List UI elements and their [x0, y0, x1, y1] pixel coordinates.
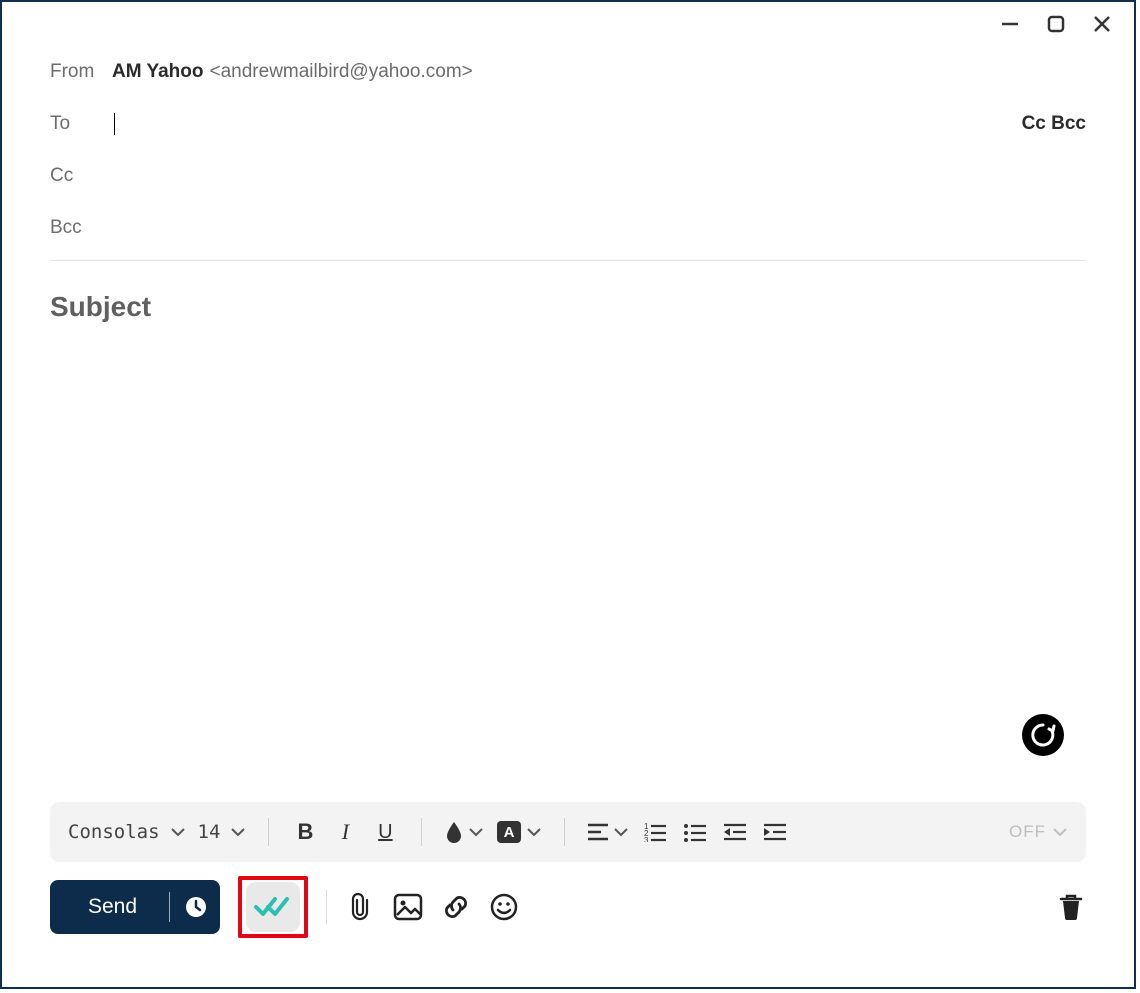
insert-image-button[interactable]: [393, 892, 423, 922]
compose-window: From AM Yahoo <andrewmailbird@yahoo.com>…: [0, 0, 1136, 989]
formatting-off-toggle[interactable]: OFF: [1009, 822, 1068, 842]
action-bar: Send: [50, 876, 1086, 938]
cc-label: Cc: [50, 165, 112, 187]
to-label: To: [50, 113, 112, 135]
underline-button[interactable]: U: [371, 818, 399, 846]
link-icon: [441, 892, 471, 922]
emoji-icon: [489, 892, 519, 922]
outdent-button[interactable]: [721, 818, 749, 846]
cc-bcc-toggle[interactable]: Cc Bcc: [1022, 113, 1086, 135]
compose-header: From AM Yahoo <andrewmailbird@yahoo.com>…: [2, 46, 1134, 762]
font-family-label: Consolas: [68, 821, 160, 843]
send-button[interactable]: Send: [50, 880, 167, 934]
chevron-down-icon: [1052, 824, 1068, 840]
subject-input[interactable]: [50, 291, 1086, 323]
font-size-selector[interactable]: 14: [198, 821, 247, 843]
svg-text:3: 3: [644, 836, 649, 842]
from-label: From: [50, 61, 112, 83]
svg-text:A: A: [504, 824, 515, 841]
paperclip-icon: [347, 892, 373, 922]
italic-button[interactable]: I: [331, 818, 359, 846]
bcc-label: Bcc: [50, 217, 112, 239]
minimize-button[interactable]: [1000, 14, 1020, 34]
separator: [326, 890, 327, 924]
email-tracking-button[interactable]: [246, 882, 300, 932]
insert-link-button[interactable]: [441, 892, 471, 922]
highlight-color-button[interactable]: A: [496, 818, 542, 846]
bcc-input[interactable]: [112, 214, 1086, 242]
formatting-toolbar: Consolas 14 B I U A 1 2 3: [50, 802, 1086, 862]
attach-file-button[interactable]: [345, 892, 375, 922]
send-group: Send: [50, 880, 220, 934]
image-icon: [393, 893, 423, 921]
chevron-down-icon: [526, 824, 542, 840]
insert-emoji-button[interactable]: [489, 892, 519, 922]
send-label: Send: [88, 895, 137, 919]
font-family-selector[interactable]: Consolas: [68, 821, 186, 843]
message-body[interactable]: [50, 333, 1090, 757]
cc-input[interactable]: [112, 162, 1086, 190]
to-input[interactable]: [115, 110, 1022, 138]
separator: [564, 818, 565, 846]
titlebar: [2, 2, 1134, 46]
font-size-label: 14: [198, 821, 221, 843]
align-button[interactable]: [587, 818, 629, 846]
close-button[interactable]: [1092, 14, 1112, 34]
grammarly-icon[interactable]: [1022, 714, 1064, 756]
header-divider: [50, 260, 1086, 261]
discard-button[interactable]: [1056, 892, 1086, 922]
schedule-send-button[interactable]: [172, 880, 220, 934]
chevron-down-icon: [613, 824, 629, 840]
from-account-address: <andrewmailbird@yahoo.com>: [210, 61, 473, 83]
to-row: To Cc Bcc: [50, 98, 1086, 150]
cc-row: Cc: [50, 150, 1086, 202]
bcc-row: Bcc: [50, 202, 1086, 254]
tracking-highlight: [238, 876, 308, 938]
chevron-down-icon: [230, 824, 246, 840]
bullet-list-button[interactable]: [681, 818, 709, 846]
text-color-button[interactable]: [444, 818, 484, 846]
indent-button[interactable]: [761, 818, 789, 846]
trash-icon: [1058, 892, 1084, 922]
from-account-name: AM Yahoo: [112, 61, 204, 83]
separator: [169, 892, 170, 922]
bold-button[interactable]: B: [291, 818, 319, 846]
numbered-list-button[interactable]: 1 2 3: [641, 818, 669, 846]
separator: [268, 818, 269, 846]
clock-icon: [184, 895, 208, 919]
separator: [421, 818, 422, 846]
from-value: AM Yahoo <andrewmailbird@yahoo.com>: [112, 61, 473, 83]
from-row[interactable]: From AM Yahoo <andrewmailbird@yahoo.com>: [50, 46, 1086, 98]
double-check-icon: [253, 894, 293, 920]
maximize-button[interactable]: [1046, 14, 1066, 34]
chevron-down-icon: [170, 824, 186, 840]
chevron-down-icon: [468, 824, 484, 840]
off-label: OFF: [1009, 822, 1046, 842]
